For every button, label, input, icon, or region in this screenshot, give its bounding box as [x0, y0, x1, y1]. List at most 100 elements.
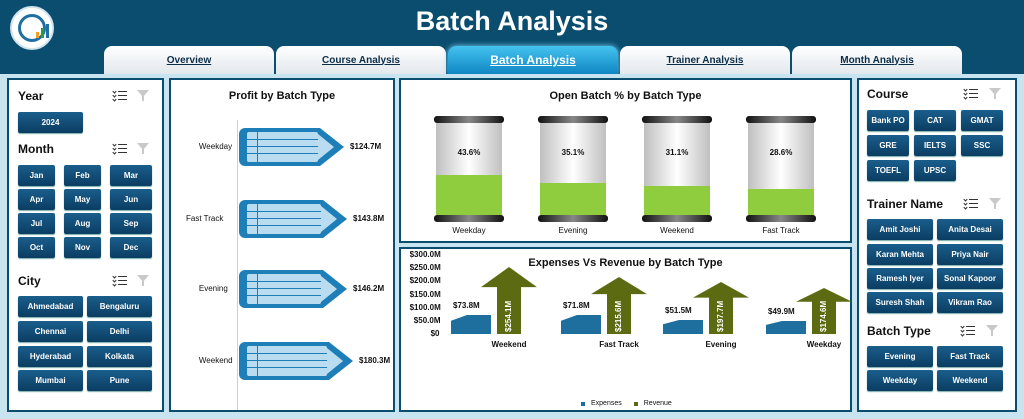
trainer-button[interactable]: Suresh Shah	[867, 292, 933, 313]
city-button[interactable]: Bengaluru	[87, 296, 152, 317]
canister-fill	[436, 175, 502, 215]
month-button[interactable]: Feb	[64, 165, 101, 186]
year-2024-button[interactable]: 2024	[18, 112, 83, 133]
category-label: Evening	[198, 284, 228, 293]
city-button[interactable]: Mumbai	[18, 370, 83, 391]
city-button[interactable]: Chennai	[18, 321, 83, 342]
category-label: Evening	[558, 226, 588, 235]
multi-select-icon[interactable]	[960, 324, 975, 337]
data-label: $197.7M	[716, 300, 725, 332]
course-button[interactable]: GMAT	[961, 110, 1003, 131]
clear-filter-icon[interactable]	[137, 143, 151, 155]
clear-filter-icon[interactable]	[989, 198, 1003, 210]
course-button[interactable]: SSC	[961, 135, 1003, 156]
course-button[interactable]: UPSC	[914, 160, 956, 181]
multi-select-icon[interactable]	[963, 197, 978, 210]
city-button[interactable]: Hyderabad	[18, 346, 83, 367]
profit-bar	[239, 128, 344, 166]
pencil-stripe	[247, 367, 327, 368]
clear-filter-icon[interactable]	[137, 275, 151, 287]
month-button[interactable]: Nov	[64, 237, 101, 258]
course-button[interactable]: GRE	[867, 135, 909, 156]
city-button[interactable]: Kolkata	[87, 346, 152, 367]
data-label: $71.8M	[563, 301, 590, 310]
chart-title: Expenses Vs Revenue by Batch Type	[528, 257, 723, 269]
data-label: 43.6%	[457, 148, 481, 157]
pencil-stripe	[257, 346, 258, 376]
multi-select-icon[interactable]	[963, 87, 978, 100]
pencil-tip-inner	[321, 206, 337, 232]
profit-bar	[239, 342, 353, 380]
chart-legend: Expenses Revenue	[581, 400, 672, 407]
tab-trainer-analysis[interactable]: Trainer Analysis	[620, 46, 790, 74]
open-batch-bar: 28.6%	[746, 116, 816, 222]
expenses-bar	[766, 321, 806, 334]
batch-type-button[interactable]: Fast Track	[937, 346, 1003, 367]
month-button[interactable]: Sep	[110, 213, 152, 234]
canister-fill	[748, 189, 814, 215]
month-button[interactable]: Mar	[110, 165, 152, 186]
y-tick-label: $250.0M	[409, 263, 441, 273]
expenses-bar	[451, 315, 491, 334]
category-label: Weekend	[198, 356, 233, 365]
trainer-button[interactable]: Ramesh Iyer	[867, 268, 933, 289]
trainer-button[interactable]: Karan Mehta	[867, 244, 933, 265]
month-button[interactable]: Jan	[18, 165, 55, 186]
course-button[interactable]: TOEFL	[867, 160, 909, 181]
clear-filter-icon[interactable]	[989, 88, 1003, 100]
trainer-button[interactable]: Vikram Rao	[937, 292, 1003, 313]
multi-select-icon[interactable]	[112, 89, 127, 102]
expenses-revenue-chart-panel: Expenses Vs Revenue by Batch Type $0 $50.…	[399, 247, 852, 412]
month-button[interactable]: May	[64, 189, 101, 210]
category-label: Weekend	[491, 340, 527, 349]
batch-type-button[interactable]: Evening	[867, 346, 933, 367]
clear-filter-icon[interactable]	[986, 325, 1000, 337]
batch-type-slicer-title: Batch Type	[867, 324, 931, 338]
city-button[interactable]: Delhi	[87, 321, 152, 342]
city-button[interactable]: Pune	[87, 370, 152, 391]
tab-overview[interactable]: Overview	[104, 46, 274, 74]
trainer-button[interactable]: Anita Desai	[937, 219, 1003, 240]
month-button[interactable]: Apr	[18, 189, 55, 210]
y-tick-label: $200.0M	[409, 276, 441, 286]
course-button[interactable]: IELTS	[914, 135, 956, 156]
data-label: $174.6M	[819, 300, 828, 332]
trainer-slicer-title: Trainer Name	[867, 197, 944, 211]
city-button[interactable]: Ahmedabad	[18, 296, 83, 317]
multi-select-icon[interactable]	[112, 274, 127, 287]
course-button[interactable]: Bank PO	[867, 110, 909, 131]
canister-bottom	[746, 215, 816, 222]
batch-type-button[interactable]: Weekday	[867, 370, 933, 391]
month-button[interactable]: Dec	[110, 237, 152, 258]
trainer-button[interactable]: Priya Nair	[937, 244, 1003, 265]
course-button[interactable]: CAT	[914, 110, 956, 131]
clear-filter-icon[interactable]	[137, 90, 151, 102]
data-label: 35.1%	[561, 148, 585, 157]
trainer-button[interactable]: Sonal Kapoor	[937, 268, 1003, 289]
month-button[interactable]: Oct	[18, 237, 55, 258]
tab-batch-analysis[interactable]: Batch Analysis	[448, 46, 618, 74]
trainer-button[interactable]: Amit Joshi	[867, 219, 933, 240]
month-button[interactable]: Jul	[18, 213, 55, 234]
tab-month-analysis[interactable]: Month Analysis	[792, 46, 962, 74]
data-label: $180.3M	[359, 356, 391, 365]
month-button[interactable]: Jun	[110, 189, 152, 210]
tab-course-analysis[interactable]: Course Analysis	[276, 46, 446, 74]
open-batch-bar: 31.1%	[642, 116, 712, 222]
month-button[interactable]: Aug	[64, 213, 101, 234]
pencil-stripe	[257, 204, 258, 234]
legend-label-revenue: Revenue	[643, 400, 672, 407]
pencil-tip-inner	[321, 276, 337, 302]
multi-select-icon[interactable]	[112, 142, 127, 155]
chart-title: Profit by Batch Type	[228, 90, 336, 102]
axis-line	[237, 120, 238, 410]
open-batch-bar: 35.1%	[538, 116, 608, 222]
canister-fill	[540, 183, 606, 215]
canister-top	[746, 116, 816, 123]
pencil-stripe	[247, 225, 321, 226]
canister-top	[642, 116, 712, 123]
batch-type-button[interactable]: Weekend	[937, 370, 1003, 391]
legend-swatch-expenses	[581, 401, 585, 406]
data-label: $215.6M	[614, 300, 623, 332]
canister-bottom	[642, 215, 712, 222]
